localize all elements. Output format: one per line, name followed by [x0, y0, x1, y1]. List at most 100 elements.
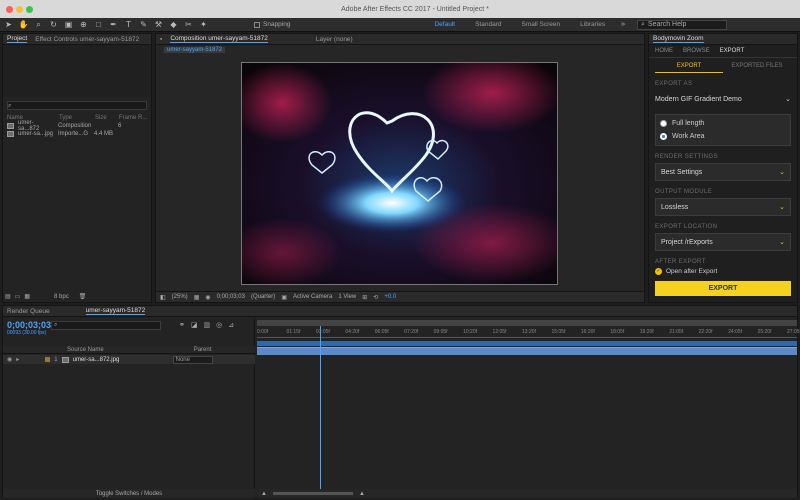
close-window-icon[interactable] [6, 5, 13, 13]
layer-name[interactable]: umer-sa...872.jpg [73, 357, 133, 363]
time-navigator[interactable] [257, 320, 797, 326]
minimize-window-icon[interactable] [16, 5, 23, 13]
radio-work-area[interactable]: Work Area [660, 130, 786, 143]
layer-row[interactable]: ◉ ▸ 1 umer-sa...872.jpg None [3, 355, 255, 364]
audio-icon[interactable]: ▸ [16, 356, 19, 363]
always-preview-icon[interactable]: ◧ [160, 294, 166, 301]
motion-blur-icon[interactable]: ◎ [216, 321, 222, 329]
visibility-icon[interactable]: ◉ [7, 356, 12, 363]
tab-project[interactable]: Project [7, 35, 28, 43]
workspace-small-screen[interactable]: Small Screen [521, 21, 560, 28]
viewer-controls: ◧ (25%) ▦ ◉ 0;00;03;03 (Quarter) ▣ Activ… [156, 291, 644, 302]
export-panel-title[interactable]: Bodymovin Zoom [653, 35, 704, 43]
tab-effect-controls[interactable]: Effect Controls umer-sayyam-51872 [35, 36, 139, 43]
output-module-select[interactable]: Lossless ⌄ [655, 198, 791, 216]
tab-browse[interactable]: BROWSE [683, 48, 710, 54]
project-search-input[interactable]: ⌕ [7, 101, 147, 110]
snapping-checkbox[interactable] [254, 21, 260, 28]
pan-tool-icon[interactable]: ⊕ [79, 20, 88, 29]
graph-editor-icon[interactable]: ⊿ [228, 321, 234, 329]
tab-home[interactable]: HOME [655, 48, 673, 54]
label-color-swatch[interactable] [45, 357, 51, 362]
tab-export[interactable]: EXPORT [720, 48, 745, 54]
parent-select[interactable]: None [172, 355, 213, 364]
export-button[interactable]: EXPORT [655, 281, 791, 296]
clone-tool-icon[interactable]: ⚒ [154, 20, 163, 29]
radio-label: Work Area [672, 133, 705, 140]
tab-layer[interactable]: Layer (none) [316, 36, 353, 43]
new-folder-icon[interactable]: ▭ [15, 293, 21, 300]
camera-tool-icon[interactable]: ▣ [64, 20, 73, 29]
maximize-window-icon[interactable] [26, 5, 33, 13]
work-area-bar[interactable] [257, 341, 797, 346]
resolution-icon[interactable]: ▦ [194, 294, 200, 301]
timecode-display[interactable]: 0;00;03;03 [217, 294, 245, 300]
lock-icon[interactable]: ▪ [160, 36, 162, 43]
zoom-select[interactable]: (25%) [172, 294, 188, 300]
project-item[interactable]: umer-sa...jpg Importe...G 4.4 MB [3, 130, 151, 138]
frame-blend-icon[interactable]: ▥ [204, 321, 211, 329]
item-type: Composition [58, 123, 92, 129]
toggle-switches-bar[interactable]: Toggle Switches / Modes [3, 489, 255, 498]
radio-label: Full length [672, 120, 705, 127]
more-workspaces-icon[interactable]: » [621, 21, 625, 28]
tab-render-queue[interactable]: Render Queue [7, 308, 50, 315]
selection-tool-icon[interactable]: ➤ [4, 20, 13, 29]
layer-duration-bar[interactable] [257, 347, 797, 355]
eraser-tool-icon[interactable]: ◆ [169, 20, 178, 29]
col-size[interactable]: Size [95, 115, 115, 121]
pen-tool-icon[interactable]: ✒ [109, 20, 118, 29]
reset-exposure-icon[interactable]: ⟲ [373, 294, 378, 301]
zoom-tool-icon[interactable]: ⌕ [34, 20, 43, 29]
view-select[interactable]: 1 View [338, 294, 356, 300]
mask-tool-icon[interactable]: □ [94, 20, 103, 29]
workspace-libraries[interactable]: Libraries [580, 21, 605, 28]
interpret-footage-icon[interactable]: ▤ [5, 293, 11, 300]
comp-viewer[interactable] [241, 62, 558, 285]
col-frame-rate[interactable]: Frame R... [119, 115, 147, 121]
zoom-out-icon[interactable]: ▲ [261, 491, 267, 497]
workspace-standard[interactable]: Standard [475, 21, 501, 28]
radio-circle-selected [660, 133, 667, 140]
trash-icon[interactable]: 🗑 [79, 293, 87, 300]
brush-tool-icon[interactable]: ✎ [139, 20, 148, 29]
export-as-select[interactable]: Modern GIF Gradient Demo ⌄ [655, 90, 791, 108]
exposure-value[interactable]: +0.0 [384, 294, 396, 300]
comp-subtab[interactable]: umer-sayyam-51872 [164, 47, 226, 53]
item-name: umer-sa...jpg [18, 131, 54, 137]
new-comp-icon[interactable]: ▦ [24, 293, 30, 300]
bpc-label[interactable]: 8 bpc [54, 294, 69, 300]
tab-timeline-comp[interactable]: umer-sayyam-51872 [85, 307, 146, 315]
timeline-search-input[interactable]: ⌕ [51, 321, 161, 330]
render-settings-select[interactable]: Best Settings ⌄ [655, 163, 791, 181]
after-export-option[interactable]: ✓ Open after Export [655, 268, 791, 275]
project-item[interactable]: umer-sa...872 Composition 6 [3, 120, 151, 132]
time-ruler[interactable]: 0:00f 01:15f 03:05f 04:20f 06:05f 07:20f 09:05… [257, 328, 800, 338]
quality-select[interactable]: (Quarter) [251, 294, 275, 300]
radio-full-length[interactable]: Full length [660, 117, 786, 130]
region-icon[interactable]: ▣ [281, 294, 287, 301]
draft-3d-icon[interactable]: ◪ [191, 321, 198, 329]
camera-select[interactable]: Active Camera [293, 294, 332, 300]
zoom-slider[interactable] [272, 492, 353, 495]
shy-icon[interactable]: ⚭ [179, 321, 185, 329]
zoom-in-icon[interactable]: ▲ [359, 491, 365, 497]
export-panel-header: Bodymovin Zoom [649, 34, 797, 45]
puppet-tool-icon[interactable]: ✦ [199, 20, 208, 29]
tab-composition[interactable]: Composition umer-sayyam-51872 [170, 35, 268, 43]
subtab-exported-files[interactable]: EXPORTED FILES [723, 63, 791, 73]
rotate-tool-icon[interactable]: ↻ [49, 20, 58, 29]
snapping-toggle[interactable]: Snapping [254, 21, 290, 28]
type-tool-icon[interactable]: T [124, 20, 133, 29]
search-help-field[interactable]: ⌕ Search Help [636, 19, 727, 30]
export-location-select[interactable]: Project /rExports ⌄ [655, 233, 791, 251]
snapshot-icon[interactable]: ◉ [205, 294, 210, 301]
col-type[interactable]: Type [59, 115, 91, 121]
workspace-default[interactable]: Default [434, 21, 455, 28]
roto-tool-icon[interactable]: ✂ [184, 20, 193, 29]
output-module-value: Lossless [661, 203, 689, 211]
hand-tool-icon[interactable]: ✋ [19, 20, 29, 29]
subtab-export[interactable]: EXPORT [655, 63, 723, 73]
grid-icon[interactable]: ⊞ [362, 294, 367, 301]
playhead[interactable] [320, 326, 322, 498]
